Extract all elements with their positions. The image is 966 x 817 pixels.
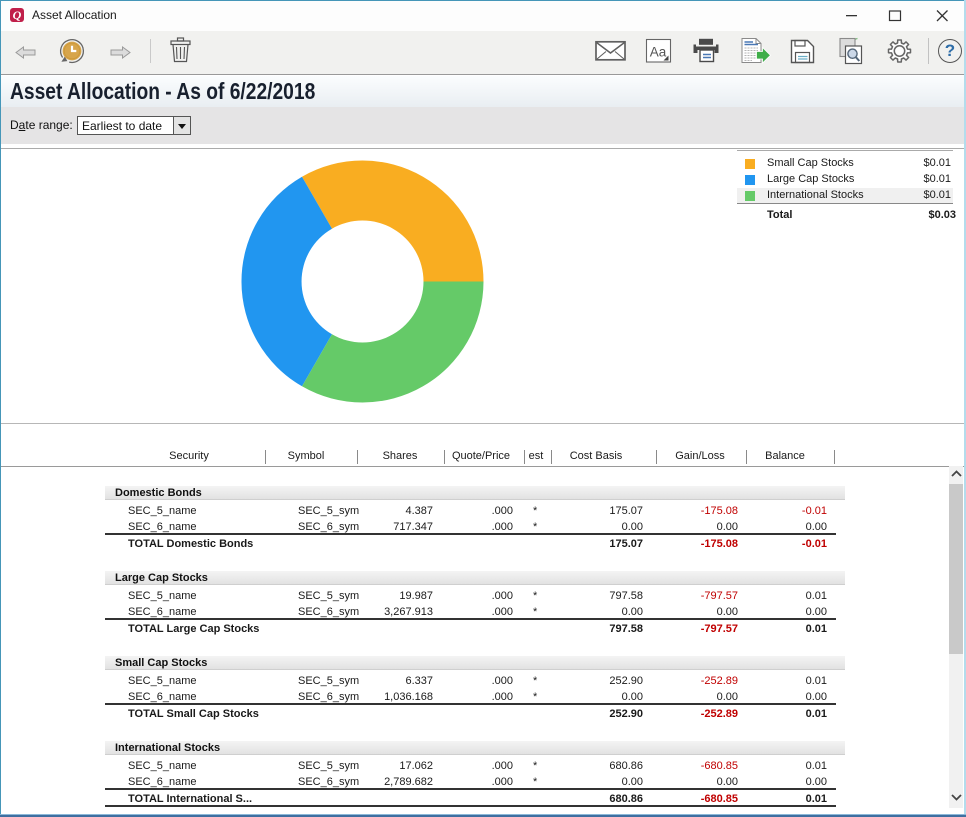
svg-text:Aa: Aa: [650, 45, 667, 60]
